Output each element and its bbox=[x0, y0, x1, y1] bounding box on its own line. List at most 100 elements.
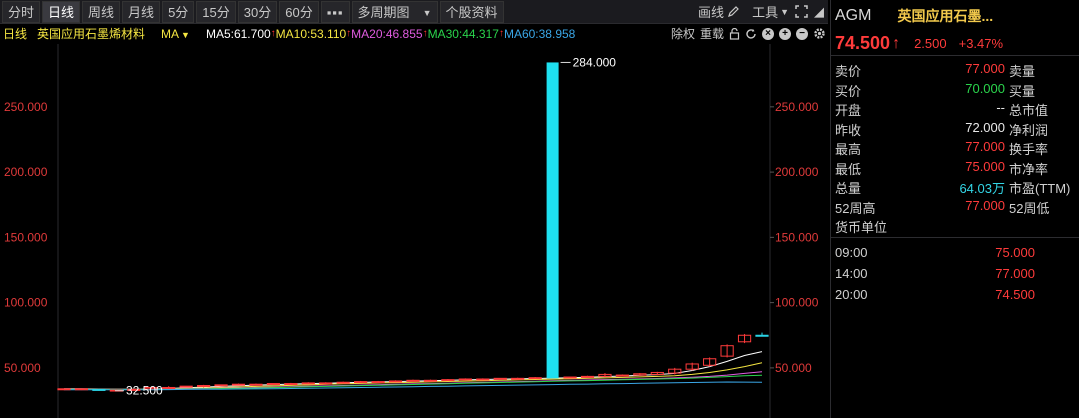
ma-line-ma10 bbox=[64, 362, 763, 390]
price-change-pct: +3.47% bbox=[958, 36, 1004, 51]
quote-list: 卖价 77.000 卖量 买价 70.000 买量 开盘 -- 总市值 昨收 72.000 净利润 最高… bbox=[831, 56, 1079, 238]
ma30-value: MA30:44.317 bbox=[427, 26, 499, 41]
candle-body bbox=[615, 374, 630, 377]
quote-label: 总量 bbox=[835, 181, 862, 196]
multi-period-dropdown[interactable]: 多周期图 ▼ bbox=[351, 0, 438, 23]
candle-body bbox=[423, 379, 438, 382]
reload-button[interactable]: 重载 bbox=[700, 25, 724, 42]
tools-label: 工具 bbox=[752, 5, 779, 20]
ma-indicator-row: 日线 英国应用石墨烯材料 MA ▼ MA5:61.700 ↑ MA10:53.110… bbox=[0, 24, 828, 43]
quote-value: 77.000 bbox=[965, 139, 1005, 154]
tab-5min[interactable]: 5分 bbox=[162, 0, 195, 23]
period-label: 日线 bbox=[3, 27, 28, 41]
candle-body bbox=[74, 388, 89, 391]
tab-30min[interactable]: 30分 bbox=[237, 0, 278, 23]
quote-value: 72.000 bbox=[965, 119, 1005, 135]
candle-body bbox=[284, 383, 298, 386]
candle-body bbox=[231, 383, 246, 386]
tick-list: 09:00 75.000 14:00 77.000 20:00 74.500 bbox=[831, 238, 1079, 305]
candle-body bbox=[301, 382, 315, 385]
candle-body bbox=[388, 380, 403, 383]
quote-value: -- bbox=[996, 100, 1005, 115]
tab-15min[interactable]: 15分 bbox=[196, 0, 236, 23]
chevron-down-icon: ▼ bbox=[181, 29, 190, 40]
ma60-value: MA60:38.958 bbox=[503, 26, 576, 41]
period-toolbar: 分时 日线 周线 月线 5分 15分 30分 60分 ▪▪▪ 多周期图 ▼ 个股… bbox=[0, 0, 828, 24]
y-tick-label-left: 150.000 bbox=[4, 230, 48, 244]
candle-spike bbox=[546, 62, 559, 379]
ma-label: MA bbox=[161, 26, 180, 41]
candle-body bbox=[92, 388, 106, 391]
stock-code: AGM bbox=[835, 7, 872, 24]
more-periods-button[interactable]: ▪▪▪ bbox=[320, 0, 350, 23]
tools-dropdown[interactable]: 工具 ▼ bbox=[752, 2, 789, 21]
quote-label: 最低 bbox=[835, 161, 862, 177]
tab-intraday[interactable]: 分时 bbox=[2, 0, 41, 23]
candle-body bbox=[511, 377, 525, 380]
candle-body bbox=[354, 381, 368, 384]
quote-label: 货币单位 bbox=[835, 220, 888, 235]
chevron-down-icon: ▼ bbox=[422, 7, 432, 18]
candle-body bbox=[528, 377, 542, 380]
quote-label: 52周高 bbox=[835, 200, 876, 216]
ma-row-controls: 除权 重载 × + − bbox=[671, 24, 826, 43]
stock-info-button[interactable]: 个股资料 bbox=[439, 0, 504, 23]
lock-icon[interactable] bbox=[729, 27, 740, 40]
pencil-icon bbox=[728, 6, 739, 17]
tab-monthly[interactable]: 月线 bbox=[122, 0, 161, 23]
panel-header: AGM 英国应用石墨... bbox=[831, 0, 1079, 32]
draw-line-label: 画线 bbox=[698, 5, 725, 20]
fullscreen-icon[interactable] bbox=[795, 5, 808, 18]
quote-value: 77.000 bbox=[965, 197, 1005, 213]
draw-line-button[interactable]: 画线 bbox=[698, 2, 740, 21]
tick-time: 20:00 bbox=[835, 286, 868, 302]
gear-icon[interactable] bbox=[813, 27, 826, 40]
quote-row: 昨收 72.000 净利润 bbox=[831, 118, 1079, 138]
ex-right-button[interactable]: 除权 bbox=[671, 25, 695, 42]
quote-label: 卖价 bbox=[835, 64, 862, 79]
candle-body bbox=[406, 379, 420, 382]
min-value-label: 32.500 bbox=[126, 384, 163, 398]
candle-body bbox=[57, 388, 71, 391]
tab-daily[interactable]: 日线 bbox=[42, 0, 81, 23]
tab-60min[interactable]: 60分 bbox=[279, 0, 319, 23]
zoom-in-icon[interactable]: + bbox=[779, 27, 791, 40]
ma10-value: MA10:53.110 bbox=[275, 26, 347, 41]
quote-row: 货币单位 bbox=[831, 215, 1079, 235]
tick-price: 75.000 bbox=[995, 244, 1035, 260]
up-arrow-icon: ↑ bbox=[892, 34, 901, 52]
quote-panel: AGM 英国应用石墨... 74.500 ↑ 2.500 +3.47% 卖价 77… bbox=[830, 0, 1079, 418]
candle-body bbox=[266, 383, 281, 386]
y-tick-label-left: 250.000 bbox=[4, 100, 48, 114]
refresh-icon[interactable] bbox=[745, 28, 757, 40]
ma5-value: MA5:61.700 bbox=[205, 26, 271, 41]
kline-chart[interactable]: 250.000 250.000 200.000 200.000 150.000 150.0… bbox=[0, 44, 828, 418]
tick-time: 14:00 bbox=[835, 265, 868, 281]
quote-row: 最高 77.000 换手率 bbox=[831, 137, 1079, 157]
quote-label-right: 买量 bbox=[1009, 83, 1036, 99]
quote-label-right: 市盈(TTM) bbox=[1009, 181, 1071, 196]
corner-expand-icon[interactable]: ◢ bbox=[814, 4, 824, 20]
quote-label-right: 卖量 bbox=[1009, 64, 1036, 79]
candle-body bbox=[196, 385, 211, 388]
quote-label-right: 52周低 bbox=[1009, 200, 1050, 216]
price-line: 74.500 ↑ 2.500 +3.47% bbox=[831, 32, 1079, 56]
candle-body bbox=[755, 334, 769, 337]
y-tick-label-right: 50.000 bbox=[775, 361, 812, 375]
quote-row: 52周高 77.000 52周低 bbox=[831, 196, 1079, 216]
quote-value: 77.000 bbox=[965, 61, 1005, 76]
quote-row: 最低 75.000 市净率 bbox=[831, 157, 1079, 177]
quote-row: 开盘 -- 总市值 bbox=[831, 98, 1079, 118]
quote-value: 64.03万 bbox=[959, 181, 1005, 196]
quote-row: 总量 64.03万 市盈(TTM) bbox=[831, 176, 1079, 196]
close-icon[interactable]: × bbox=[762, 27, 774, 40]
quote-label-right: 净利润 bbox=[1009, 122, 1049, 138]
ma-selector[interactable]: MA ▼ bbox=[161, 27, 190, 41]
y-tick-label-left: 50.000 bbox=[4, 361, 41, 375]
y-tick-label-left: 100.000 bbox=[4, 296, 48, 310]
quote-label-right: 市净率 bbox=[1009, 161, 1049, 177]
tab-weekly[interactable]: 周线 bbox=[82, 0, 121, 23]
zoom-out-icon[interactable]: − bbox=[796, 27, 808, 40]
quote-value: 70.000 bbox=[965, 80, 1005, 96]
ma20-value: MA20:46.855 bbox=[351, 26, 423, 41]
